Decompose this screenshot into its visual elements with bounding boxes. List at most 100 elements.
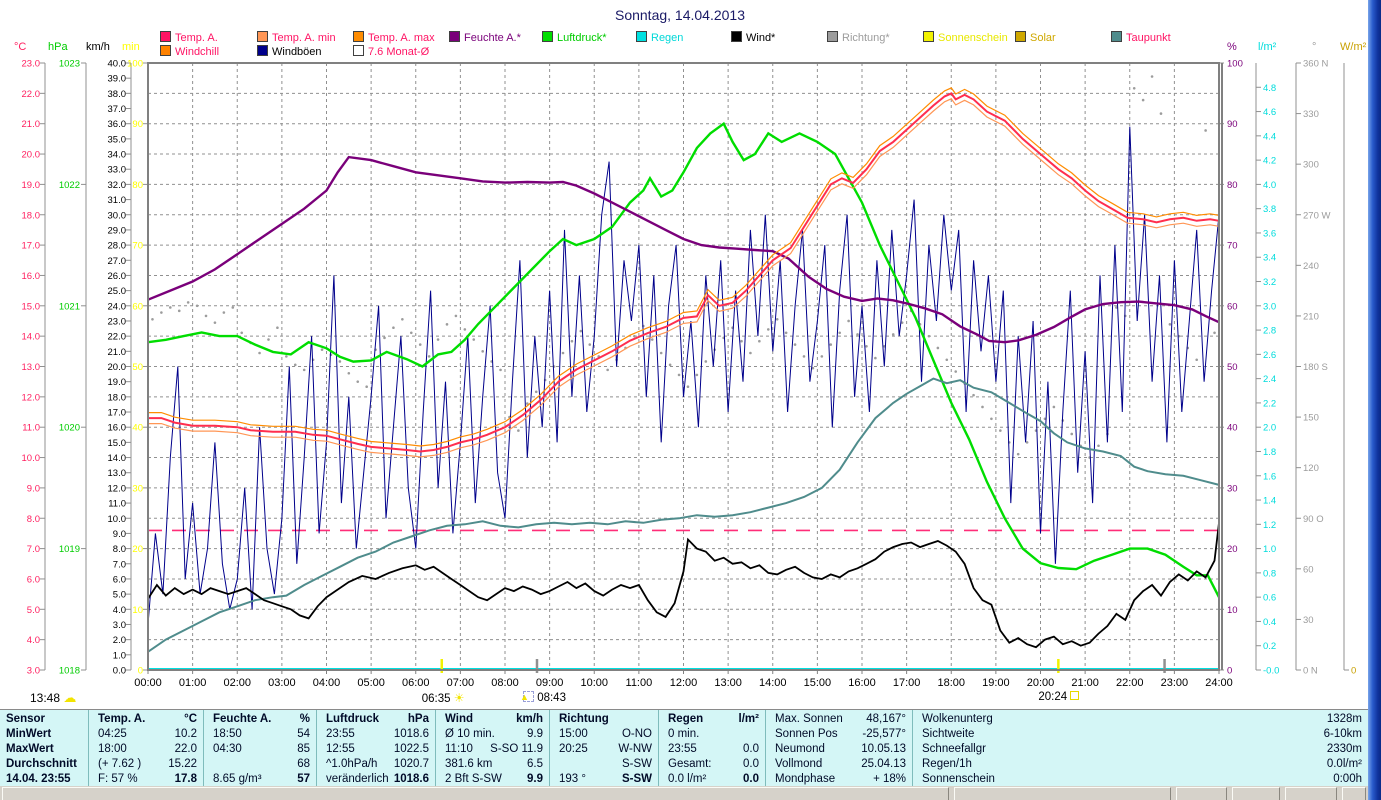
axis-tick-label: 80 <box>1227 180 1238 191</box>
richtung-dot <box>802 355 806 358</box>
axis-tick-label: 90 <box>1227 119 1238 130</box>
table-column: Wolkenunterg 1328m Sichtweite 6-10km Schneef… <box>916 710 1368 786</box>
axis-tick-label: 7.0 <box>113 559 126 570</box>
sun-marker: 20:24 <box>1038 691 1080 703</box>
richtung-dot <box>356 380 360 383</box>
hour-tick-label: 17:00 <box>893 677 921 689</box>
axis-tick-label: 13.0 <box>108 468 127 479</box>
richtung-dot <box>177 309 181 313</box>
richtung-dot <box>258 351 261 355</box>
axis-tick-label: 0 <box>1227 666 1232 677</box>
axis-tick-label: 22.0 <box>108 332 127 343</box>
richtung-dot <box>169 306 172 309</box>
hour-tick-label: 05:00 <box>357 677 385 689</box>
table-cell-value: W-NW <box>618 743 652 755</box>
table-cell-value: 1018.6 <box>393 773 429 785</box>
axis-tick-label: 4.2 <box>1263 156 1276 167</box>
table-cell-label: Ø 10 min. <box>445 728 495 740</box>
table-cell-label: 18:00 <box>98 743 127 755</box>
table-cell-label: 04:30 <box>213 743 242 755</box>
axis-tick-label: 50 <box>132 362 143 373</box>
axis-tick-label: 35.0 <box>108 134 127 145</box>
richtung-dot <box>874 356 877 360</box>
axis-tick-label: 0.6 <box>1263 593 1276 604</box>
axis-header: km/h <box>86 41 110 53</box>
sensor-table: Sensor MinWert MaxWert Durchschnitt 14.04. 2… <box>0 709 1368 786</box>
hour-tick-label: 10:00 <box>580 677 608 689</box>
table-cell-value: 17.8 <box>174 773 197 785</box>
status-bar-segment <box>2 787 949 800</box>
hour-tick-label: 08:00 <box>491 677 519 689</box>
table-cell-value: 2330m <box>1326 743 1362 755</box>
axis-tick-label: 1.2 <box>1263 520 1276 531</box>
richtung-dot <box>856 333 859 336</box>
axis-tick-label: 23.0 <box>108 316 127 327</box>
hour-tick-label: 01:00 <box>179 677 207 689</box>
axis-tick-label: 32.0 <box>108 180 127 191</box>
table-cell-value: S-SW <box>621 773 652 785</box>
axis-tick-label: 16.0 <box>108 423 127 434</box>
table-cell-label: Regen/1h <box>922 758 972 770</box>
axis-tick-label: 16.0 <box>22 271 41 282</box>
axis-tick-label: 15.0 <box>108 438 127 449</box>
row-label: Durchschnitt <box>6 758 77 770</box>
richtung-dot <box>838 331 841 335</box>
richtung-dot <box>784 331 788 335</box>
table-cell-label: Gesamt: <box>668 758 712 770</box>
richtung-dot <box>1213 331 1216 335</box>
table-cell-label: F: 57 % <box>98 773 138 785</box>
richtung-dot <box>704 360 708 363</box>
axis-tick-label: 10 <box>132 605 143 616</box>
sunrise-sun-icon: ☀ <box>453 691 465 705</box>
axis-tick-label: 14.0 <box>108 453 127 464</box>
axis-tick-label: 3.0 <box>113 620 126 631</box>
richtung-dot <box>847 319 850 323</box>
status-bar-segment <box>954 787 1171 800</box>
sunset-square-icon <box>1070 691 1080 700</box>
richtung-dot <box>276 326 279 330</box>
hour-tick-label: 06:00 <box>402 677 430 689</box>
richtung-dot <box>1016 452 1020 456</box>
hour-tick-label: 07:00 <box>447 677 475 689</box>
richtung-dot <box>990 417 993 421</box>
axis-tick-label: 11.0 <box>108 499 126 510</box>
richtung-dot <box>1195 358 1198 362</box>
hour-tick-label: 18:00 <box>937 677 965 689</box>
axis-tick-label: 2.2 <box>1263 398 1276 409</box>
axis-tick-label: 21.0 <box>108 347 127 358</box>
axis-tick-label: 2.0 <box>113 635 126 646</box>
axis-tick-label: 9.0 <box>113 529 126 540</box>
axis-tick-label: 20 <box>132 544 143 555</box>
table-cell-label: 23:55 <box>668 743 697 755</box>
richtung-dot <box>186 301 190 304</box>
axis-header: min <box>122 41 140 53</box>
table-cell-value: 85 <box>297 743 310 755</box>
hour-tick-label: 20:00 <box>1027 677 1055 689</box>
axis-tick-label: 15.0 <box>22 301 41 312</box>
hour-tick-label: 02:00 <box>223 677 251 689</box>
richtung-dot <box>659 351 663 355</box>
table-cell-label: Wind <box>445 713 473 725</box>
axis-tick-label: 0 N <box>1303 666 1318 677</box>
axis-tick-label: 18.0 <box>22 210 41 221</box>
hour-tick-label: 04:00 <box>313 677 341 689</box>
axis-header: l/m² <box>1258 41 1277 53</box>
axis-tick-label: 1.8 <box>1263 447 1276 458</box>
table-cell-value: 15.22 <box>168 758 197 770</box>
axis-tick-label: 4.0 <box>113 605 126 616</box>
hour-tick-label: 15:00 <box>804 677 832 689</box>
axis-tick-label: 5.0 <box>113 590 126 601</box>
richtung-dot <box>267 338 270 341</box>
axis-tick-label: 30 <box>132 483 143 494</box>
hour-tick-label: 23:00 <box>1161 677 1189 689</box>
axis-tick-label: 210 <box>1303 311 1319 322</box>
richtung-dot <box>409 331 413 335</box>
richtung-dot <box>829 343 833 346</box>
status-bar-segment <box>1176 787 1227 800</box>
table-cell-label: Temp. A. <box>98 713 146 725</box>
table-column: Max. Sonnen 48,167° Sonnen Pos -25,577° Neum… <box>769 710 913 786</box>
axis-tick-label: 1019 <box>59 544 80 555</box>
axis-header: ° <box>1312 41 1316 53</box>
table-column: Luftdruck hPa 23:55 1018.6 12:55 1022.5 ^1.0hP… <box>320 710 436 786</box>
table-column: Regen l/m² 0 min. 23:55 0.0 Gesamt: 0.0 0.0 l/m… <box>662 710 766 786</box>
